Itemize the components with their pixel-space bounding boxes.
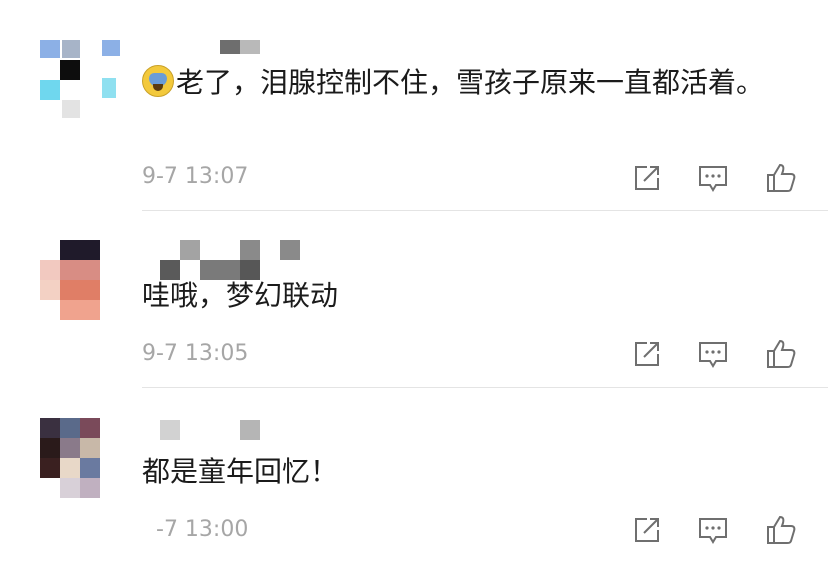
like-icon[interactable]: [764, 337, 798, 371]
username-redacted[interactable]: [142, 240, 362, 280]
username-redacted[interactable]: [142, 420, 362, 448]
comment-text: 老了，泪腺控制不住，雪孩子原来一直都活着。: [142, 62, 792, 104]
crying-face-icon: [142, 65, 174, 97]
avatar[interactable]: [40, 418, 120, 498]
comment-icon[interactable]: [696, 337, 730, 371]
share-icon[interactable]: [630, 513, 664, 547]
comment-time: 9-7 13:07: [142, 164, 249, 189]
comment-actions: [630, 161, 810, 195]
like-icon[interactable]: [764, 513, 798, 547]
like-icon[interactable]: [764, 161, 798, 195]
comment-time: 9-7 13:05: [142, 341, 249, 366]
divider: [142, 210, 828, 211]
comment-time: -7 13:00: [156, 517, 249, 542]
comment-icon[interactable]: [696, 513, 730, 547]
divider: [142, 387, 828, 388]
share-icon[interactable]: [630, 161, 664, 195]
comment-text: 哇哦，梦幻联动: [142, 279, 339, 312]
comment-icon[interactable]: [696, 161, 730, 195]
avatar[interactable]: [40, 40, 120, 120]
comment-text: 都是童年回忆！: [142, 455, 339, 488]
avatar[interactable]: [40, 240, 120, 320]
comment-actions: [630, 513, 810, 547]
comment-actions: [630, 337, 810, 371]
share-icon[interactable]: [630, 337, 664, 371]
